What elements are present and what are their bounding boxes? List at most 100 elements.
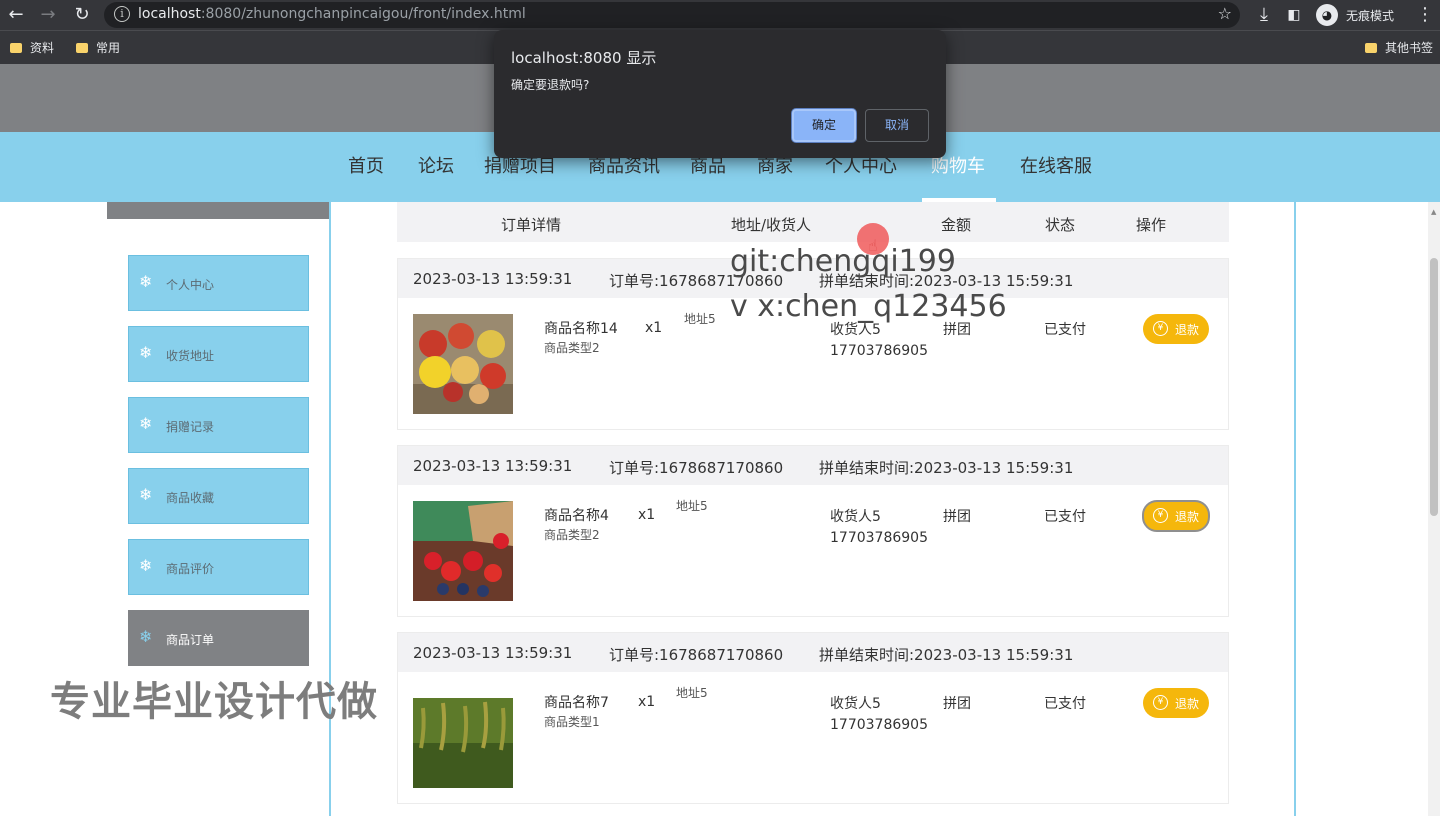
bookmark-folder-other[interactable]: 其他书签 [1365, 39, 1433, 57]
sidebar-item-favorites[interactable]: ❄ 商品收藏 [128, 468, 309, 524]
refund-button[interactable]: ¥ 退款 [1143, 314, 1209, 344]
refund-label: 退款 [1175, 697, 1200, 711]
order-amount: 拼团 [943, 509, 971, 525]
sidebar-item-address[interactable]: ❄ 收货地址 [128, 326, 309, 382]
side-panel-icon[interactable]: ◧ [1282, 3, 1306, 27]
product-type: 商品类型2 [544, 528, 600, 542]
sidebar-item-orders[interactable]: ❄ 商品订单 [128, 610, 309, 666]
refund-label: 退款 [1175, 510, 1200, 524]
folder-icon [1365, 42, 1377, 53]
order-table-header: 订单详情 地址/收货人 金额 状态 操作 [397, 202, 1229, 242]
product-image-millet-field[interactable] [413, 688, 513, 788]
sidebar-item-label: 商品订单 [166, 633, 215, 647]
address-bar[interactable]: i localhost:8080/zhunongchanpincaigou/fr… [104, 2, 1240, 28]
order-address: 地址5 [684, 312, 716, 326]
product-quantity: x1 [638, 507, 656, 523]
product-type: 商品类型2 [544, 341, 600, 355]
refund-label: 退款 [1175, 323, 1200, 337]
product-type: 商品类型1 [544, 715, 600, 729]
snowflake-icon: ❄ [139, 485, 153, 504]
sidebar-header [107, 202, 329, 219]
sidebar-item-label: 商品收藏 [166, 491, 215, 505]
bookmark-folder-ziliao[interactable]: 资料 [10, 39, 54, 57]
column-header-detail: 订单详情 [501, 216, 562, 234]
dialog-title: localhost:8080 显示 [511, 49, 657, 67]
receiver-phone: 17703786905 [830, 717, 928, 733]
order-card: 2023-03-13 13:59:31 订单号:1678687170860 拼单… [397, 632, 1229, 804]
page-scrollbar[interactable]: ▲ [1428, 202, 1440, 816]
nav-item-forum[interactable]: 论坛 [418, 152, 454, 178]
order-status: 已支付 [1044, 696, 1086, 712]
yen-icon: ¥ [1153, 508, 1168, 523]
scroll-up-icon[interactable]: ▲ [1431, 208, 1436, 216]
order-card: 2023-03-13 13:59:31 订单号:1678687170860 拼单… [397, 258, 1229, 430]
product-name: 商品名称4 [544, 508, 609, 524]
order-number: 订单号:1678687170860 [609, 646, 784, 664]
column-header-action: 操作 [1136, 216, 1167, 234]
sidebar-item-donations[interactable]: ❄ 捐赠记录 [128, 397, 309, 453]
dialog-message: 确定要退款吗? [511, 78, 590, 92]
product-name: 商品名称14 [544, 321, 618, 337]
sidebar-item-label: 捐赠记录 [166, 420, 215, 434]
nav-item-support[interactable]: 在线客服 [1020, 152, 1092, 178]
nav-item-home[interactable]: 首页 [348, 152, 384, 178]
browser-menu-icon[interactable]: ⋮ [1416, 3, 1434, 27]
reload-icon[interactable]: ↻ [70, 3, 94, 27]
column-header-status: 状态 [1045, 216, 1076, 234]
watermark-git: git:chengqi199 [730, 244, 956, 279]
order-end-time: 拼单结束时间:2023-03-13 15:59:31 [819, 459, 1074, 477]
alert-dialog: localhost:8080 显示 确定要退款吗? 确定 取消 [494, 30, 946, 158]
incognito-indicator[interactable]: ◕ 无痕模式 [1314, 3, 1412, 27]
order-address: 地址5 [676, 686, 708, 700]
order-status: 已支付 [1044, 322, 1086, 338]
browser-toolbar: ← → ↻ i localhost:8080/zhunongchanpincai… [0, 0, 1440, 30]
download-icon[interactable]: ⤓ [1252, 3, 1276, 27]
order-number: 订单号:1678687170860 [609, 459, 784, 477]
order-header: 2023-03-13 13:59:31 订单号:1678687170860 拼单… [398, 633, 1228, 672]
refund-button[interactable]: ¥ 退款 [1143, 688, 1209, 718]
sidebar-item-label: 个人中心 [166, 278, 215, 292]
sidebar-item-label: 收货地址 [166, 349, 215, 363]
order-time: 2023-03-13 13:59:31 [413, 644, 573, 662]
receiver-phone: 17703786905 [830, 530, 928, 546]
product-name: 商品名称7 [544, 695, 609, 711]
url-text: localhost:8080/zhunongchanpincaigou/fron… [138, 6, 526, 22]
snowflake-icon: ❄ [139, 272, 153, 291]
bookmark-star-icon[interactable]: ☆ [1218, 4, 1232, 23]
product-quantity: x1 [645, 320, 663, 336]
forward-icon[interactable]: → [36, 3, 60, 27]
order-status: 已支付 [1044, 509, 1086, 525]
refund-button[interactable]: ¥ 退款 [1142, 500, 1210, 532]
cancel-button[interactable]: 取消 [865, 109, 929, 142]
receiver-name: 收货人5 [830, 696, 881, 712]
hand-cursor-icon: ☝ [868, 236, 878, 255]
folder-icon [76, 42, 88, 53]
snowflake-icon: ❄ [139, 556, 153, 575]
order-end-time: 拼单结束时间:2023-03-13 15:59:31 [819, 646, 1074, 664]
scroll-thumb[interactable] [1430, 258, 1438, 516]
yen-icon: ¥ [1153, 695, 1168, 710]
sidebar-item-reviews[interactable]: ❄ 商品评价 [128, 539, 309, 595]
product-quantity: x1 [638, 694, 656, 710]
incognito-label: 无痕模式 [1346, 9, 1395, 23]
snowflake-icon: ❄ [139, 414, 153, 433]
order-address: 地址5 [676, 499, 708, 513]
snowflake-icon: ❄ [139, 627, 153, 646]
order-header: 2023-03-13 13:59:31 订单号:1678687170860 拼单… [398, 446, 1228, 485]
bookmark-folder-changyong[interactable]: 常用 [76, 39, 120, 57]
yen-icon: ¥ [1153, 321, 1168, 336]
sidebar-item-label: 商品评价 [166, 562, 215, 576]
sidebar-item-profile[interactable]: ❄ 个人中心 [128, 255, 309, 311]
column-header-amount: 金额 [941, 216, 972, 234]
order-amount: 拼团 [943, 696, 971, 712]
receiver-name: 收货人5 [830, 509, 881, 525]
incognito-icon: ◕ [1316, 4, 1338, 26]
confirm-button[interactable]: 确定 [792, 109, 856, 142]
site-info-icon[interactable]: i [114, 6, 130, 22]
column-header-address: 地址/收货人 [731, 216, 812, 234]
watermark-wechat: v x:chen_q123456 [730, 289, 1007, 324]
back-icon[interactable]: ← [4, 3, 28, 27]
product-image-berries[interactable] [413, 501, 513, 601]
product-image-fruit-basket[interactable] [413, 314, 513, 414]
receiver-phone: 17703786905 [830, 343, 928, 359]
